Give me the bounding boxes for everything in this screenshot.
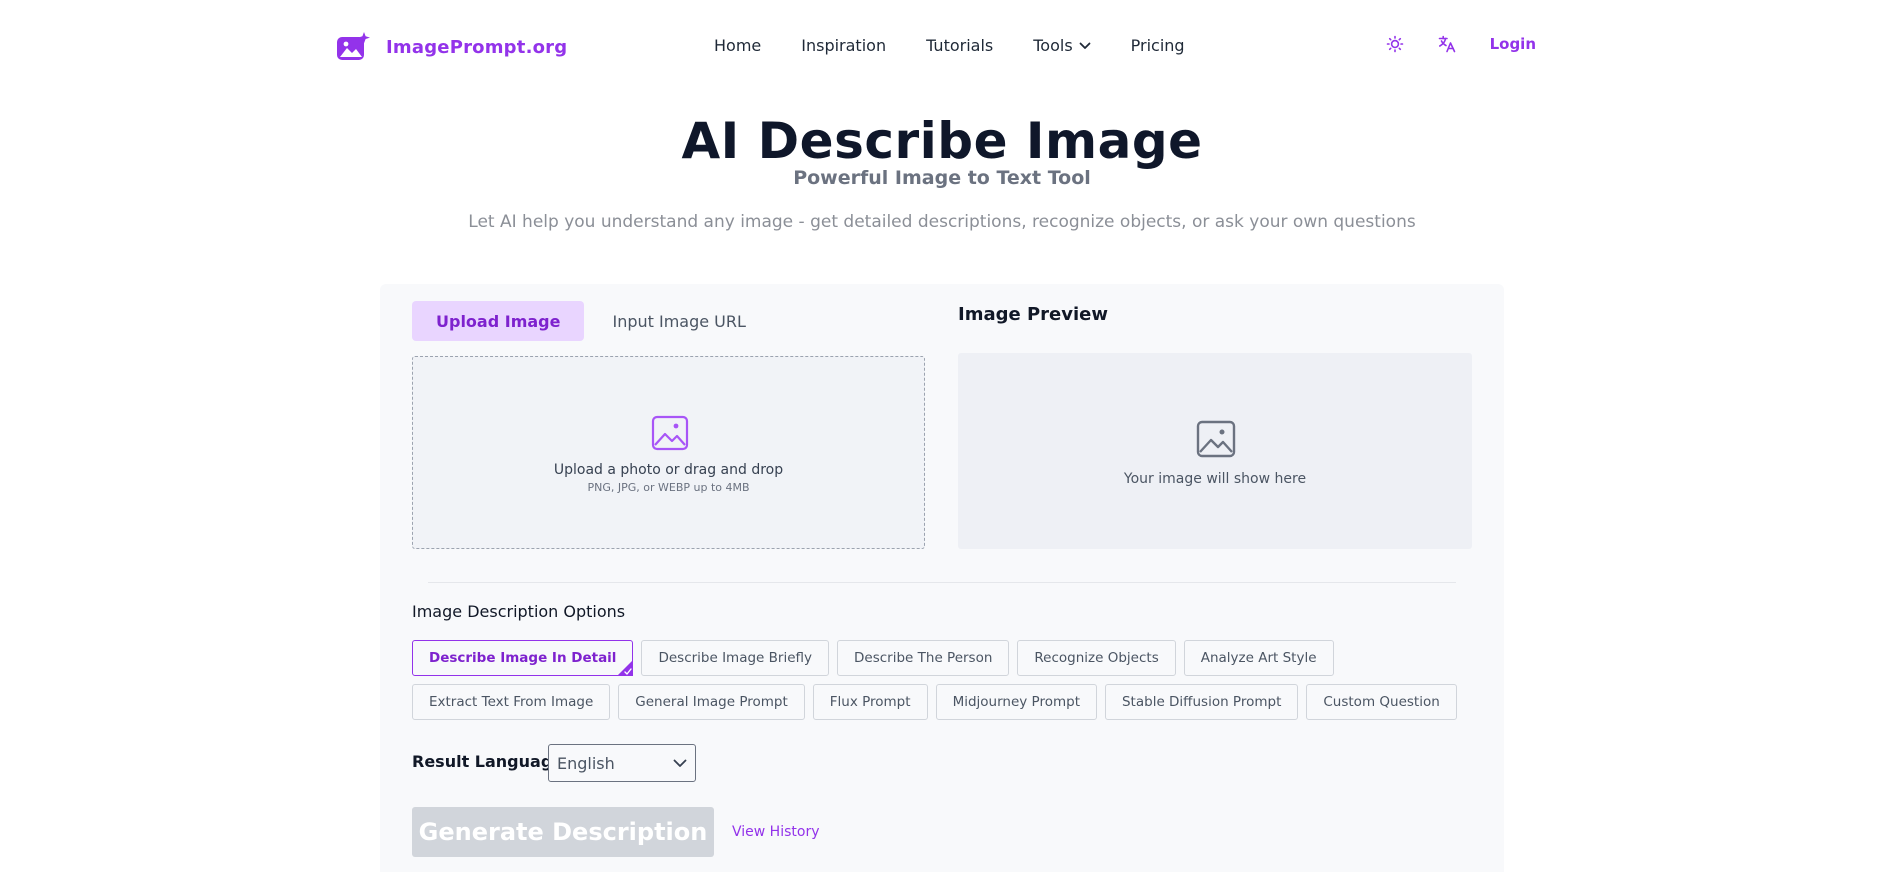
chevron-down-icon [673,759,687,767]
options-heading: Image Description Options [412,602,626,621]
image-icon [1196,420,1236,458]
nav-home-label: Home [714,36,762,55]
upload-dropzone[interactable]: Upload a photo or drag and drop PNG, JPG… [412,356,925,549]
section-divider [428,582,1456,583]
option-flux-prompt[interactable]: Flux Prompt [812,684,928,720]
option-label: Describe Image In Detail [429,650,617,666]
header-actions: Login [1386,35,1536,53]
page-description: Let AI help you understand any image - g… [468,212,1416,232]
result-language-select[interactable]: English [548,744,696,782]
preview-placeholder: Your image will show here [1123,471,1307,487]
main-nav: Home Inspiration Tutorials Tools Pricing [714,36,1185,55]
describe-tool-card: Upload Image Input Image URL Upload a ph… [380,284,1504,872]
sun-icon[interactable] [1386,35,1404,53]
options-row-1: Describe Image In Detail Describe Image … [412,640,1334,676]
page-subtitle: Powerful Image to Text Tool [793,167,1091,189]
nav-tools-label: Tools [1033,36,1073,55]
option-describe-person[interactable]: Describe The Person [837,640,1010,676]
brand-name: ImagePrompt.org [386,36,568,58]
option-general-image-prompt[interactable]: General Image Prompt [618,684,805,720]
option-describe-in-detail[interactable]: Describe Image In Detail [412,640,634,676]
chevron-down-icon [1079,42,1091,49]
nav-tools-dropdown[interactable]: Tools [1033,36,1091,55]
nav-tutorials[interactable]: Tutorials [926,36,993,55]
option-describe-briefly[interactable]: Describe Image Briefly [641,640,830,676]
option-stable-diffusion-prompt[interactable]: Stable Diffusion Prompt [1104,684,1299,720]
tab-input-image-url[interactable]: Input Image URL [588,301,769,341]
input-mode-tabs: Upload Image Input Image URL [412,301,770,341]
nav-inspiration-label: Inspiration [801,36,887,55]
option-custom-question[interactable]: Custom Question [1306,684,1457,720]
generate-description-button[interactable]: Generate Description [412,807,714,857]
option-midjourney-prompt[interactable]: Midjourney Prompt [935,684,1097,720]
brand-logo[interactable]: ImagePrompt.org [336,32,567,62]
upload-format-hint: PNG, JPG, or WEBP up to 4MB [587,481,750,494]
nav-pricing[interactable]: Pricing [1131,36,1185,55]
option-extract-text[interactable]: Extract Text From Image [412,684,611,720]
options-row-2: Extract Text From Image General Image Pr… [412,684,1457,720]
result-language-label: Result Language [412,752,564,771]
image-icon [651,415,689,451]
image-preview-area: Your image will show here [958,353,1472,549]
selected-check-corner-icon [617,660,634,676]
nav-tutorials-label: Tutorials [926,36,994,55]
nav-pricing-label: Pricing [1130,36,1185,55]
option-analyze-art-style[interactable]: Analyze Art Style [1183,640,1334,676]
site-header: ImagePrompt.org Home Inspiration Tutoria… [0,0,1884,94]
nav-home[interactable]: Home [714,36,761,55]
logo-image-sparkle-icon [337,32,370,60]
option-recognize-objects[interactable]: Recognize Objects [1017,640,1176,676]
nav-inspiration[interactable]: Inspiration [801,36,886,55]
view-history-link[interactable]: View History [732,824,819,840]
preview-heading: Image Preview [958,304,1108,325]
translate-icon[interactable] [1438,35,1456,53]
upload-prompt: Upload a photo or drag and drop [553,462,784,478]
result-language-value: English [557,753,615,773]
page-title: AI Describe Image [681,112,1203,170]
login-link[interactable]: Login [1490,35,1536,53]
tab-upload-image[interactable]: Upload Image [412,301,585,341]
